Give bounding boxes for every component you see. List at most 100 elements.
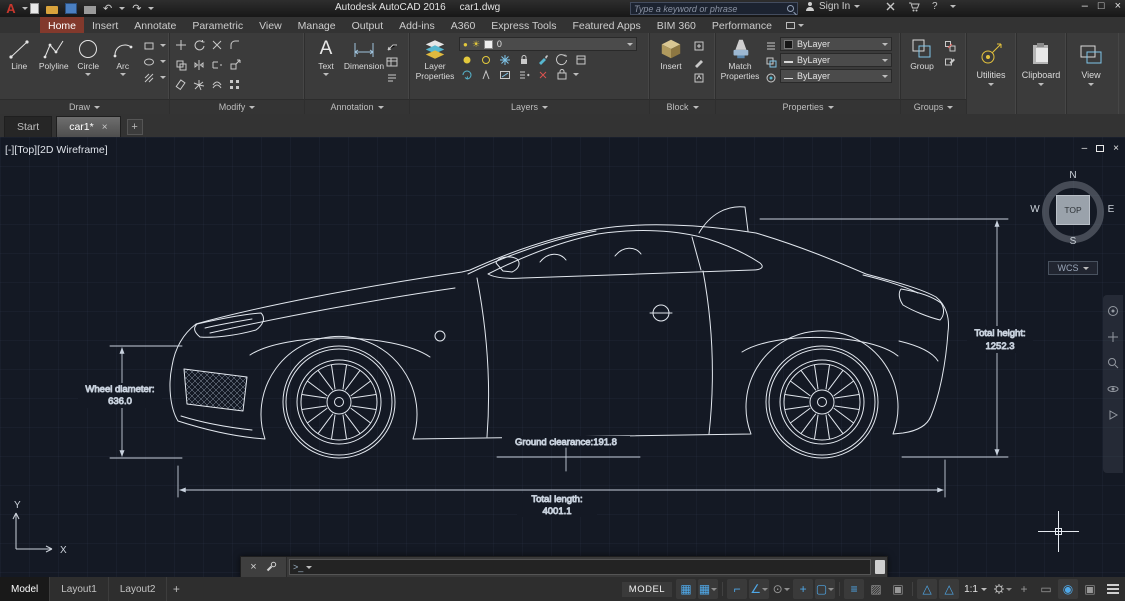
- sign-in-button[interactable]: Sign In: [806, 1, 860, 12]
- layer-delete-icon[interactable]: [535, 68, 550, 81]
- new-layout-button[interactable]: +: [167, 582, 185, 596]
- layer-off-icon[interactable]: [459, 53, 474, 66]
- polyline-tool[interactable]: Polyline: [38, 35, 71, 97]
- showmotion-icon[interactable]: [1107, 409, 1119, 421]
- tab-home[interactable]: Home: [40, 17, 84, 33]
- file-tab-car1[interactable]: car1* ×: [56, 116, 120, 137]
- clipboard-button[interactable]: Clipboard: [1017, 33, 1065, 112]
- transparency-tool-icon[interactable]: [763, 55, 778, 68]
- panel-label-groups[interactable]: Groups: [901, 99, 966, 114]
- customize-status-bar-icon[interactable]: [1107, 584, 1119, 594]
- help-icon[interactable]: ?: [932, 1, 938, 12]
- array-tool-icon[interactable]: [227, 78, 242, 91]
- panel-label-properties[interactable]: Properties: [716, 99, 900, 114]
- new-file-icon[interactable]: [30, 3, 39, 14]
- layer-dropdown[interactable]: ● ☀ 0: [459, 37, 637, 51]
- viewcube-top-face[interactable]: TOP: [1056, 195, 1090, 225]
- tab-featured-apps[interactable]: Featured Apps: [564, 17, 648, 33]
- open-file-icon[interactable]: [46, 6, 58, 14]
- car-details[interactable]: [181, 207, 944, 437]
- tab-annotate[interactable]: Annotate: [126, 17, 184, 33]
- tab-view[interactable]: View: [251, 17, 290, 33]
- rear-wheel[interactable]: [766, 346, 878, 458]
- lineweight-dropdown[interactable]: ByLayer: [780, 53, 892, 67]
- tab-output[interactable]: Output: [344, 17, 392, 33]
- layer-unsaved-icon[interactable]: [459, 68, 474, 81]
- viewcube-east[interactable]: E: [1104, 204, 1118, 215]
- panel-label-block[interactable]: Block: [650, 99, 715, 114]
- tab-express-tools[interactable]: Express Tools: [483, 17, 564, 33]
- object-color-dropdown[interactable]: ByLayer: [780, 37, 892, 51]
- minimize-button[interactable]: –: [1082, 0, 1088, 12]
- tab-parametric[interactable]: Parametric: [184, 17, 251, 33]
- model-space-button[interactable]: MODEL: [622, 582, 672, 597]
- tab-bim360[interactable]: BIM 360: [649, 17, 704, 33]
- panel-label-annotation[interactable]: Annotation: [305, 99, 409, 114]
- model-space-drawing[interactable]: Wheel diameter: 636.0 Total height: 1252…: [0, 137, 1125, 577]
- dimension-annotations[interactable]: Wheel diameter: 636.0 Total height: 1252…: [78, 219, 1033, 517]
- ribbon-display-toggle[interactable]: [786, 17, 804, 33]
- polar-toggle-icon[interactable]: ∠: [749, 579, 769, 599]
- plot-icon[interactable]: [84, 6, 96, 14]
- copy-tool-icon[interactable]: [173, 58, 188, 71]
- explode-tool-icon[interactable]: [191, 78, 206, 91]
- view-button[interactable]: View: [1067, 33, 1115, 112]
- properties-list-icon[interactable]: [763, 39, 778, 52]
- autoscale-icon[interactable]: △: [939, 579, 959, 599]
- mirror-tool-icon[interactable]: [191, 58, 206, 71]
- linetype-dropdown[interactable]: ByLayer: [780, 69, 892, 83]
- fillet-tool-icon[interactable]: [227, 38, 242, 51]
- ungroup-icon[interactable]: [942, 39, 957, 52]
- layer-freeze-icon[interactable]: [497, 53, 512, 66]
- qat-customize-caret-icon[interactable]: [148, 7, 154, 10]
- annotation-monitor-icon[interactable]: +: [1014, 579, 1034, 599]
- command-close-icon[interactable]: ×: [250, 561, 256, 573]
- layout1-tab[interactable]: Layout1: [50, 577, 109, 601]
- new-drawing-tab-button[interactable]: +: [127, 119, 143, 135]
- clean-screen-icon[interactable]: ▣: [1080, 579, 1100, 599]
- viewcube-south[interactable]: S: [1066, 236, 1080, 247]
- panel-label-layers[interactable]: Layers: [410, 99, 649, 114]
- move-tool-icon[interactable]: [173, 38, 188, 51]
- quick-properties-icon[interactable]: ▭: [1036, 579, 1056, 599]
- exchange-apps-icon[interactable]: [885, 1, 896, 12]
- match-properties-button[interactable]: Match Properties: [719, 35, 761, 97]
- layers-more-caret-icon[interactable]: [573, 73, 579, 76]
- erase-tool-icon[interactable]: [173, 78, 188, 91]
- layer-vpfreeze-icon[interactable]: [497, 68, 512, 81]
- mtext-tool-icon[interactable]: [384, 71, 399, 84]
- layer-isolate-icon[interactable]: [478, 53, 493, 66]
- tab-a360[interactable]: A360: [443, 17, 484, 33]
- tab-addins[interactable]: Add-ins: [391, 17, 443, 33]
- hatch-tool-icon[interactable]: [141, 71, 156, 84]
- recent-commands-caret-icon[interactable]: [306, 566, 312, 569]
- app-store-icon[interactable]: [908, 1, 920, 12]
- dim-total-length[interactable]: Total length: 4001.1: [178, 460, 945, 517]
- tab-manage[interactable]: Manage: [290, 17, 344, 33]
- layer-match-icon[interactable]: [535, 53, 550, 66]
- orbit-icon[interactable]: [1107, 383, 1119, 395]
- stretch-tool-icon[interactable]: [209, 58, 224, 71]
- model-layout-tab[interactable]: Model: [0, 577, 50, 601]
- otrack-toggle-icon[interactable]: +: [793, 579, 813, 599]
- car-body[interactable]: [170, 225, 949, 439]
- tab-insert[interactable]: Insert: [84, 17, 126, 33]
- app-menu-caret-icon[interactable]: [22, 7, 28, 10]
- tab-performance[interactable]: Performance: [704, 17, 780, 33]
- viewport-restore-icon[interactable]: [1096, 145, 1104, 152]
- annotation-scale-button[interactable]: 1:1: [960, 584, 991, 595]
- trim-tool-icon[interactable]: [209, 38, 224, 51]
- wcs-selector[interactable]: WCS: [1048, 261, 1098, 275]
- help-caret-icon[interactable]: [950, 5, 956, 8]
- panel-label-draw[interactable]: Draw: [0, 99, 169, 114]
- scale-tool-icon[interactable]: [227, 58, 242, 71]
- redo-icon[interactable]: ↷: [132, 2, 141, 15]
- group-edit-icon[interactable]: [942, 55, 957, 68]
- leader-tool-icon[interactable]: [384, 39, 399, 52]
- close-file-tab-icon[interactable]: ×: [102, 122, 108, 133]
- close-button[interactable]: ×: [1115, 0, 1121, 12]
- create-block-icon[interactable]: [691, 39, 706, 52]
- layer-prev-icon[interactable]: [554, 53, 569, 66]
- line-tool[interactable]: Line: [3, 35, 36, 97]
- text-tool[interactable]: A Text: [308, 35, 344, 97]
